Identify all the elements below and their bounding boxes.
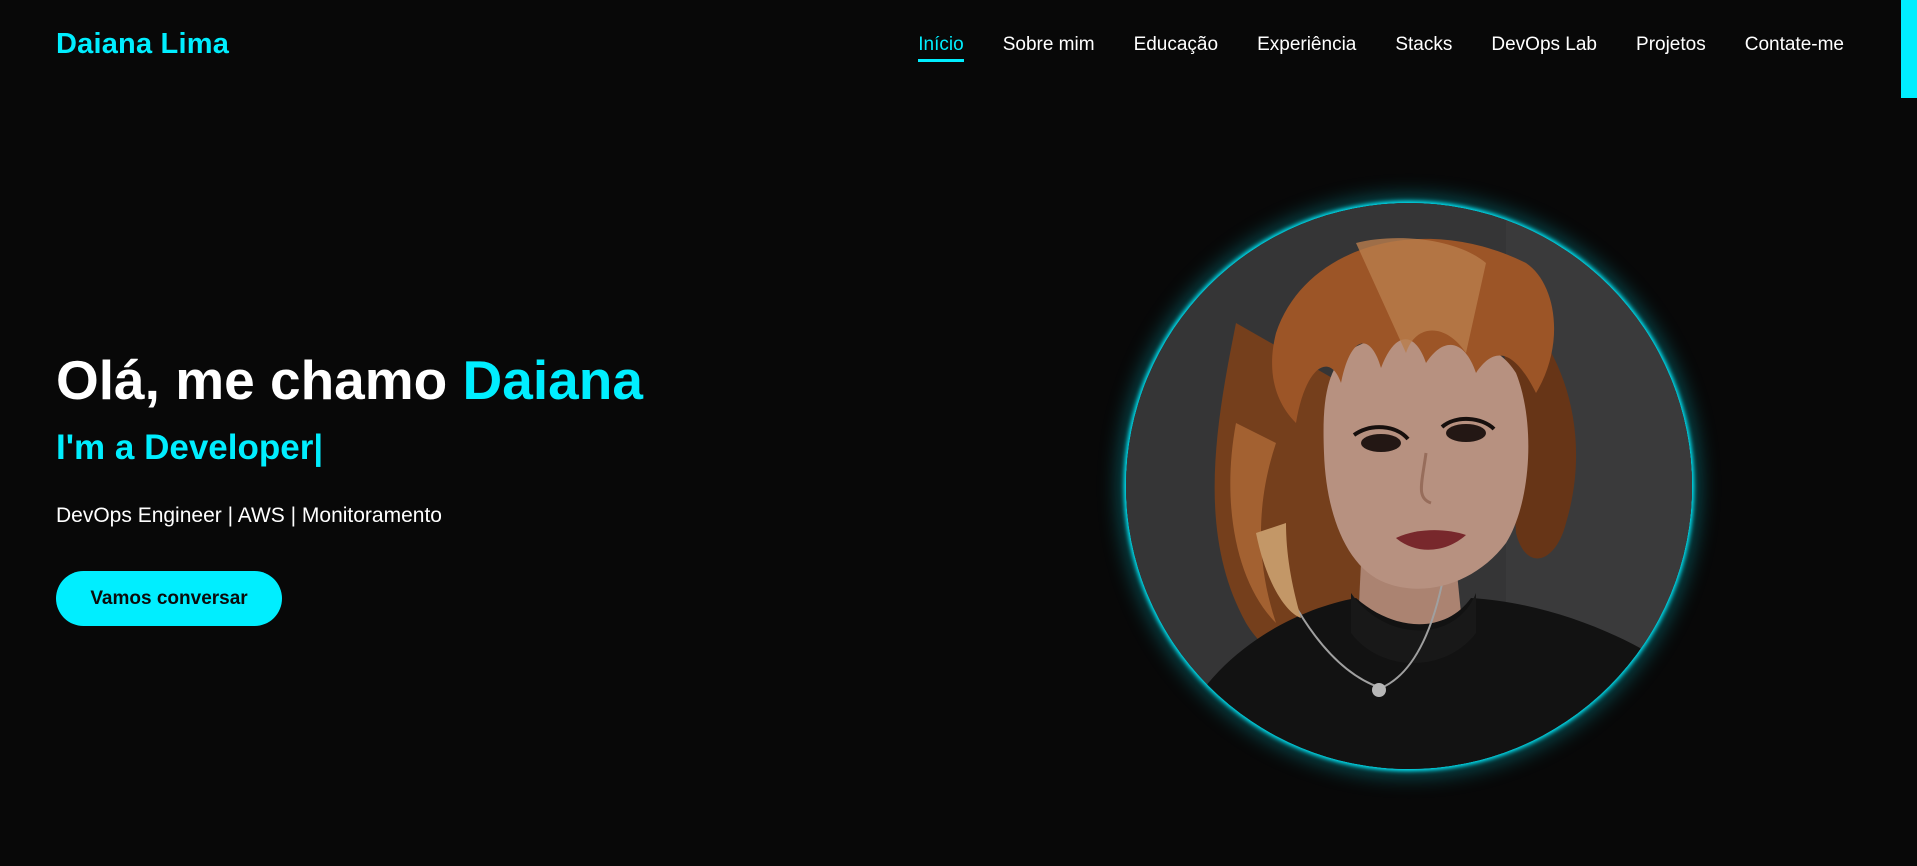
scroll-progress-indicator	[1901, 0, 1917, 98]
hero-typed-role: I'm a Developer|	[56, 428, 323, 468]
hero-title: Olá, me chamo Daiana	[56, 348, 643, 412]
hero-name: Daiana	[462, 349, 643, 411]
main-nav: Início Sobre mim Educação Experiência St…	[879, 34, 1844, 62]
nav-item-stacks[interactable]: Stacks	[1395, 34, 1452, 60]
nav-item-educacao[interactable]: Educação	[1134, 34, 1219, 60]
profile-photo-illustration	[1126, 203, 1692, 769]
contact-cta-button[interactable]: Vamos conversar	[56, 571, 282, 626]
hero-description: DevOps Engineer | AWS | Monitoramento	[56, 504, 442, 527]
typed-text: I'm a Developer	[56, 428, 314, 467]
nav-item-devops-lab[interactable]: DevOps Lab	[1491, 34, 1597, 60]
nav-item-contate-me[interactable]: Contate-me	[1745, 34, 1844, 60]
nav-item-experiencia[interactable]: Experiência	[1257, 34, 1356, 60]
brand-logo[interactable]: Daiana Lima	[56, 28, 229, 61]
typing-caret: |	[313, 428, 324, 467]
nav-item-sobre-mim[interactable]: Sobre mim	[1003, 34, 1095, 60]
profile-photo	[1126, 203, 1692, 769]
nav-item-inicio[interactable]: Início	[918, 34, 965, 62]
hero-greeting: Olá, me chamo	[56, 349, 463, 411]
nav-item-projetos[interactable]: Projetos	[1636, 34, 1706, 60]
page: Daiana Lima Início Sobre mim Educação Ex…	[0, 0, 1917, 866]
